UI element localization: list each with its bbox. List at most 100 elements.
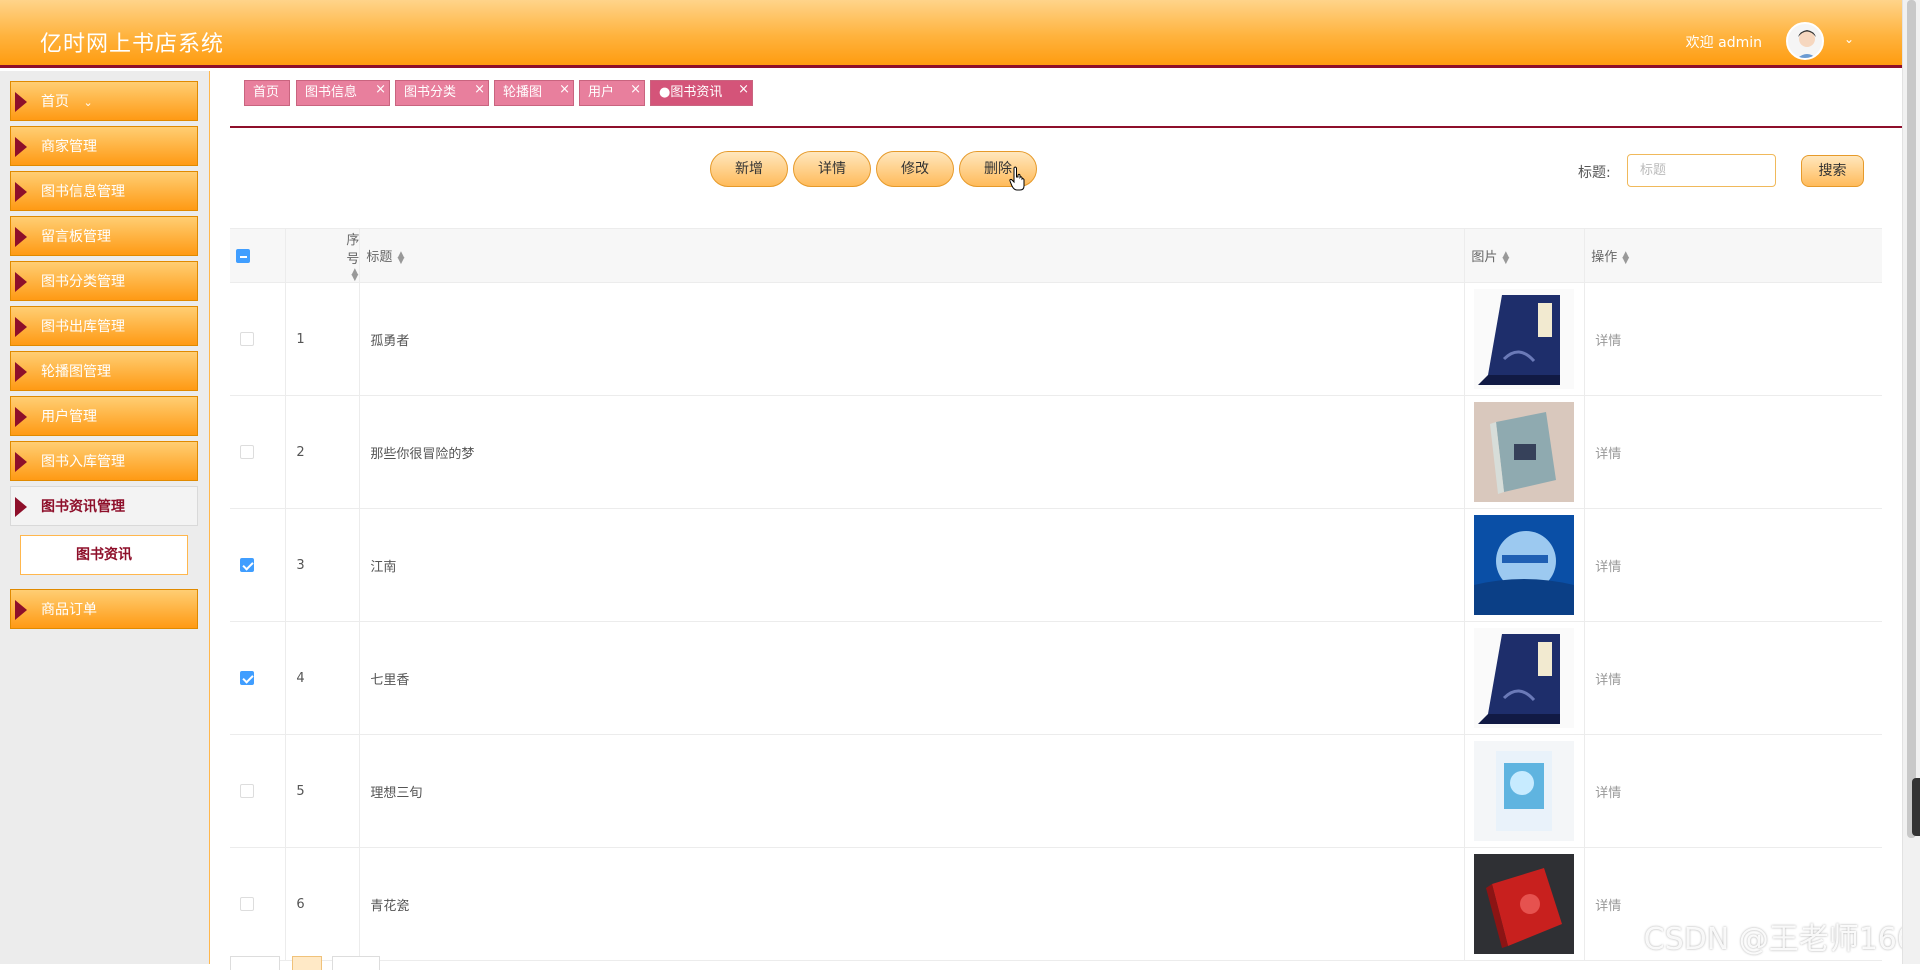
- image-cell: [1464, 395, 1586, 509]
- no-cell: 2: [285, 395, 361, 509]
- pagination-next[interactable]: [332, 956, 380, 970]
- select-all-cell: [230, 228, 287, 283]
- detail-link[interactable]: 详情: [1595, 786, 1621, 801]
- user-avatar-icon[interactable]: [1786, 22, 1824, 60]
- detail-link[interactable]: 详情: [1595, 560, 1621, 575]
- add-button[interactable]: 新增: [710, 151, 788, 187]
- col-header-label: 图片: [1471, 250, 1498, 265]
- tab-carousel[interactable]: 轮播图 ×: [494, 80, 574, 106]
- chevron-down-icon[interactable]: ⌄: [1844, 32, 1854, 46]
- sidebar-item-users[interactable]: 用户管理: [10, 396, 198, 436]
- col-header-label: 序号: [346, 233, 360, 267]
- search-label: 标题:: [1578, 165, 1611, 181]
- tab-home[interactable]: 首页: [244, 80, 290, 106]
- sidebar-item-book-category[interactable]: 图书分类管理: [10, 261, 198, 301]
- sidebar-item-book-info[interactable]: 图书信息管理: [10, 171, 198, 211]
- sidebar-item-label: 图书出库管理: [41, 319, 125, 335]
- sort-icon[interactable]: ▲ ▼: [351, 267, 358, 282]
- col-header-title[interactable]: 标题 ▲ ▼: [359, 228, 1466, 283]
- search-input[interactable]: [1627, 154, 1776, 187]
- action-cell: 详情: [1584, 621, 1882, 735]
- pagination-current[interactable]: [292, 956, 322, 970]
- search-button[interactable]: 搜索: [1801, 155, 1864, 187]
- tab-book-news[interactable]: ●图书资讯 ×: [650, 80, 753, 106]
- col-header-label: 标题: [366, 250, 393, 265]
- checkbox-cell: [230, 847, 287, 961]
- col-header-image[interactable]: 图片 ▲ ▼: [1464, 228, 1586, 283]
- tab-book-info[interactable]: 图书信息 ×: [296, 80, 390, 106]
- title-cell: 那些你很冒险的梦: [359, 395, 1466, 509]
- scrollbar-thumb[interactable]: [1907, 0, 1916, 838]
- no-cell: 4: [285, 621, 361, 735]
- caret-right-icon: [15, 182, 27, 202]
- sidebar-item-home[interactable]: 首页 ⌄: [10, 81, 198, 121]
- select-all-checkbox[interactable]: [236, 248, 250, 263]
- page-scrollbar[interactable]: [1902, 0, 1920, 964]
- close-icon[interactable]: ×: [559, 78, 570, 102]
- image-cell: [1464, 847, 1586, 961]
- sidebar-item-orders[interactable]: 商品订单: [10, 589, 198, 629]
- image-cell: [1464, 734, 1586, 848]
- sidebar-subitem-book-news[interactable]: 图书资讯: [20, 535, 188, 575]
- welcome-text: 欢迎 admin: [1685, 35, 1762, 51]
- tab-label: 首页: [253, 85, 280, 100]
- col-header-action[interactable]: 操作 ▲ ▼: [1584, 228, 1882, 283]
- row-checkbox[interactable]: [240, 445, 254, 459]
- tab-divider: [230, 126, 1902, 128]
- checkbox-cell: [230, 734, 287, 848]
- caret-right-icon: [15, 600, 27, 620]
- tab-book-category[interactable]: 图书分类 ×: [395, 80, 489, 106]
- row-checkbox[interactable]: [240, 784, 254, 798]
- row-checkbox[interactable]: [240, 897, 254, 911]
- sidebar-item-book-outbound[interactable]: 图书出库管理: [10, 306, 198, 346]
- detail-link[interactable]: 详情: [1595, 899, 1621, 914]
- col-header-no[interactable]: 序号▲ ▼: [285, 228, 361, 283]
- caret-right-icon: [15, 317, 27, 337]
- detail-link[interactable]: 详情: [1595, 447, 1621, 462]
- tab-users[interactable]: 用户 ×: [579, 80, 645, 106]
- sidebar-item-carousel[interactable]: 轮播图管理: [10, 351, 198, 391]
- action-cell: 详情: [1584, 734, 1882, 848]
- edit-button[interactable]: 修改: [876, 151, 954, 187]
- sort-icon[interactable]: ▲ ▼: [397, 250, 404, 265]
- detail-link[interactable]: 详情: [1595, 673, 1621, 688]
- action-cell: 详情: [1584, 508, 1882, 622]
- image-cell: [1464, 282, 1586, 396]
- action-cell: 详情: [1584, 395, 1882, 509]
- sidebar-item-book-inbound[interactable]: 图书入库管理: [10, 441, 198, 481]
- sidebar-item-merchant[interactable]: 商家管理: [10, 126, 198, 166]
- sort-icon[interactable]: ▲ ▼: [1622, 250, 1629, 265]
- caret-right-icon: [15, 497, 27, 517]
- caret-right-icon: [15, 137, 27, 157]
- close-icon[interactable]: ×: [738, 78, 749, 102]
- caret-right-icon: [15, 227, 27, 247]
- caret-right-icon: [15, 407, 27, 427]
- data-table: 序号▲ ▼ 标题 ▲ ▼ 图片 ▲ ▼ 操作 ▲ ▼ 1 孤勇者 详情 2 那些…: [230, 228, 1882, 961]
- hand-pointer-icon: [1009, 166, 1025, 191]
- side-handle[interactable]: [1912, 778, 1920, 836]
- close-icon[interactable]: ×: [630, 78, 641, 102]
- row-checkbox[interactable]: [240, 558, 254, 572]
- sidebar-item-label: 用户管理: [41, 409, 97, 425]
- tab-label: 轮播图: [503, 85, 543, 100]
- book-cover-image: [1474, 402, 1575, 502]
- checkbox-cell: [230, 395, 287, 509]
- row-checkbox[interactable]: [240, 332, 254, 346]
- close-icon[interactable]: ×: [375, 78, 386, 102]
- sort-icon[interactable]: ▲ ▼: [1502, 250, 1509, 265]
- caret-right-icon: [15, 362, 27, 382]
- col-header-label: 操作: [1591, 250, 1618, 265]
- app-title: 亿时网上书店系统: [40, 32, 225, 57]
- sidebar-item-message-board[interactable]: 留言板管理: [10, 216, 198, 256]
- table-row: 6 青花瓷 详情: [230, 847, 1882, 961]
- detail-button[interactable]: 详情: [793, 151, 871, 187]
- caret-right-icon: [15, 272, 27, 292]
- sidebar-item-book-news[interactable]: 图书资讯管理: [10, 486, 198, 526]
- row-checkbox[interactable]: [240, 671, 254, 685]
- detail-link[interactable]: 详情: [1595, 334, 1621, 349]
- no-cell: 1: [285, 282, 361, 396]
- close-icon[interactable]: ×: [474, 78, 485, 102]
- caret-right-icon: [15, 452, 27, 472]
- tab-label: ●图书资讯: [659, 85, 723, 100]
- pagination-prev[interactable]: [230, 956, 280, 970]
